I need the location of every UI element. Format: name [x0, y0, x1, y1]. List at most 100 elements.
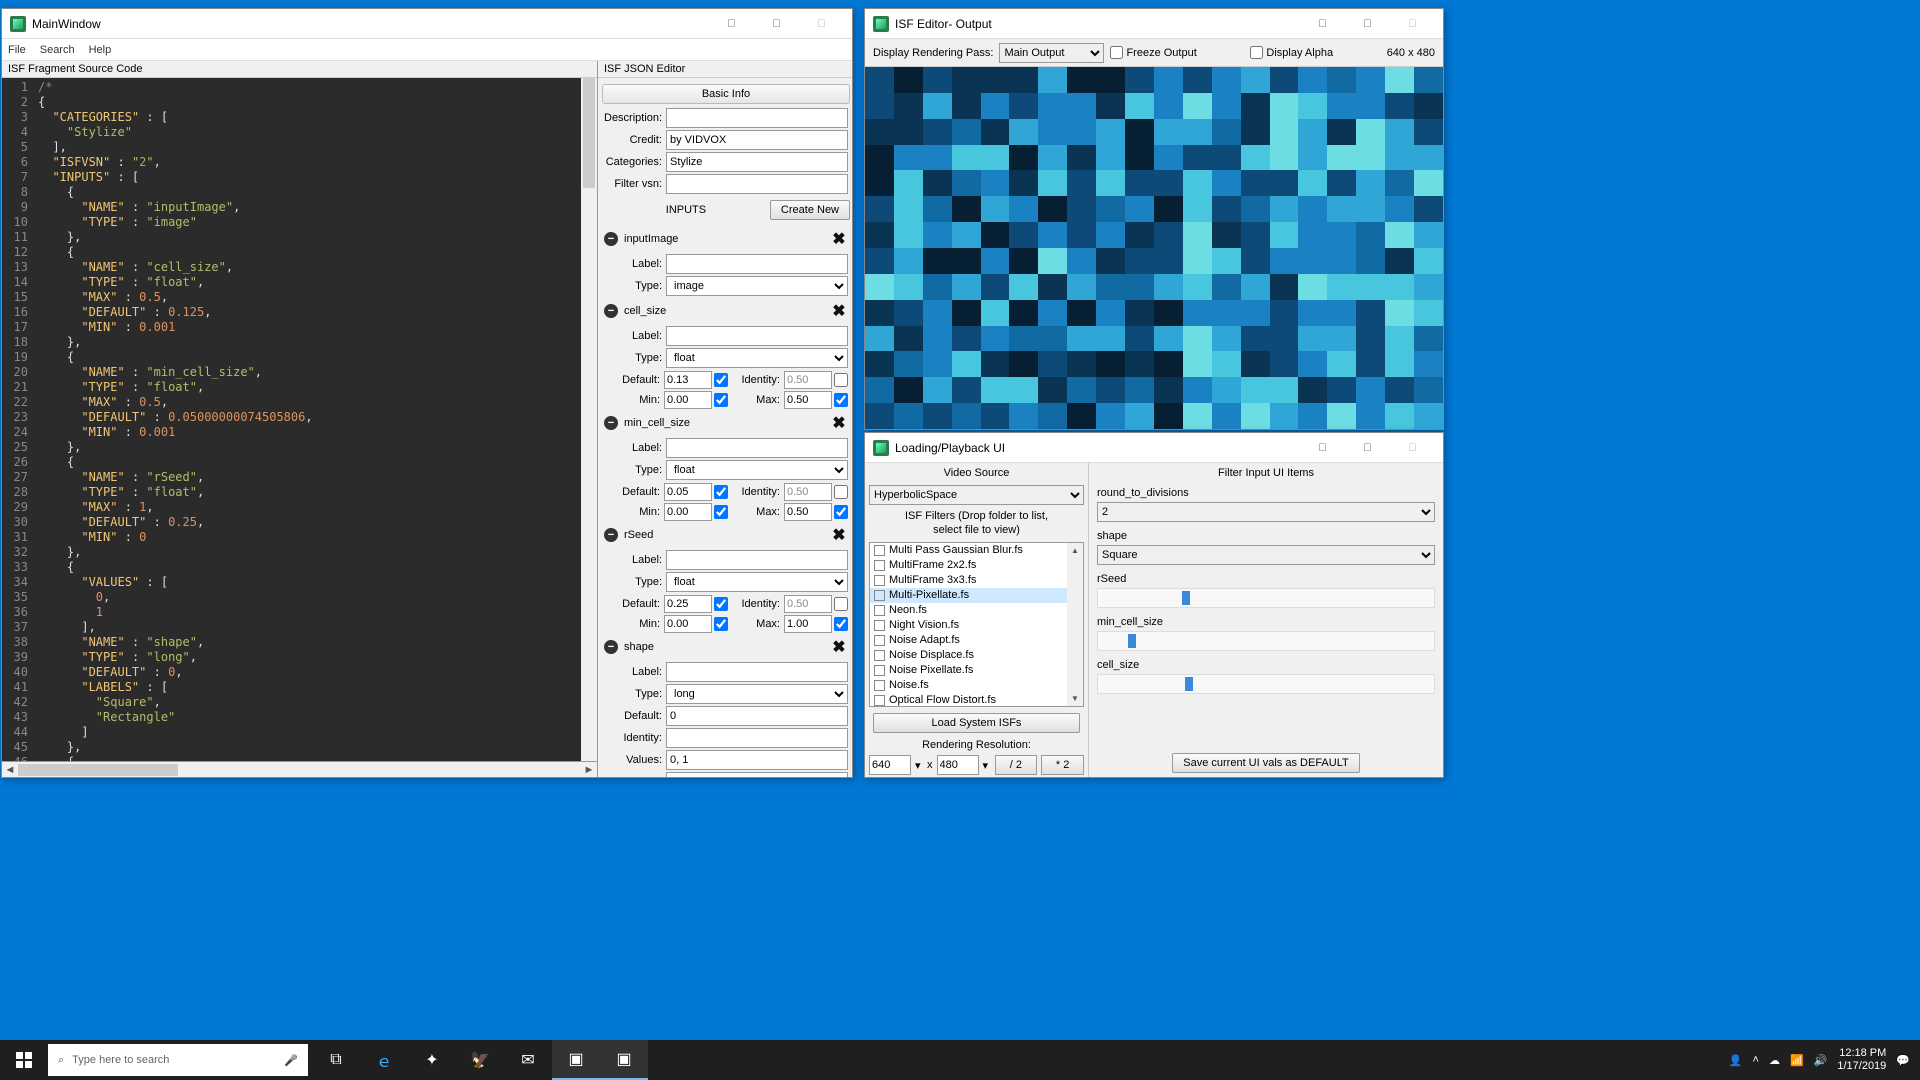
- minimize-button[interactable]: : [709, 10, 754, 38]
- filter-checkbox[interactable]: [874, 680, 885, 691]
- description-input[interactable]: [666, 108, 848, 128]
- filter-checkbox[interactable]: [874, 635, 885, 646]
- param-min-input[interactable]: [664, 391, 712, 409]
- param-default-check[interactable]: [714, 485, 728, 499]
- param-cellsize-slider[interactable]: [1097, 674, 1435, 694]
- param-default-check[interactable]: [714, 373, 728, 387]
- filter-list-item[interactable]: MultiFrame 3x3.fs: [870, 573, 1067, 588]
- param-identity-check[interactable]: [834, 373, 848, 387]
- filter-list-item[interactable]: Noise Pixellate.fs: [870, 663, 1067, 678]
- collapse-icon[interactable]: −: [604, 640, 618, 654]
- freeze-checkbox[interactable]: [1110, 46, 1123, 59]
- filter-checkbox[interactable]: [874, 575, 885, 586]
- param-identity-input[interactable]: [666, 728, 848, 748]
- onedrive-icon[interactable]: ☁: [1769, 1054, 1780, 1067]
- filter-checkbox[interactable]: [874, 665, 885, 676]
- param-rseed-slider[interactable]: [1097, 588, 1435, 608]
- filter-list-item[interactable]: Multi-Pixellate.fs: [870, 588, 1067, 603]
- filter-list-item[interactable]: Optical Flow Distort.fs: [870, 693, 1067, 707]
- res-half-button[interactable]: / 2: [995, 755, 1038, 775]
- collapse-icon[interactable]: −: [604, 416, 618, 430]
- save-defaults-button[interactable]: Save current UI vals as DEFAULT: [1172, 753, 1359, 773]
- filter-list-item[interactable]: Multi Pass Gaussian Blur.fs: [870, 543, 1067, 558]
- search-box[interactable]: ⌕ Type here to search 🎤: [48, 1044, 308, 1076]
- wifi-icon[interactable]: 📶: [1790, 1054, 1804, 1067]
- param-identity-input[interactable]: [784, 595, 832, 613]
- param-label-input[interactable]: [666, 254, 848, 274]
- taskbar-app-3[interactable]: ▣: [600, 1040, 648, 1080]
- system-tray[interactable]: 👤 ˄ ☁ 📶 🔊 12:18 PM1/17/2019 💬: [1719, 1047, 1920, 1073]
- param-identity-check[interactable]: [834, 485, 848, 499]
- filter-checkbox[interactable]: [874, 545, 885, 556]
- param-min-check[interactable]: [714, 393, 728, 407]
- code-vscrollbar[interactable]: [581, 78, 597, 761]
- param-type-select[interactable]: float: [666, 348, 848, 368]
- param-max-input[interactable]: [784, 391, 832, 409]
- param-default-input[interactable]: [664, 483, 712, 501]
- delete-icon[interactable]: ✖: [830, 413, 848, 433]
- param-min-input[interactable]: [664, 615, 712, 633]
- taskbar-edge[interactable]: ｅ: [360, 1040, 408, 1080]
- param-max-check[interactable]: [834, 393, 848, 407]
- res-width-input[interactable]: [869, 755, 911, 775]
- param-type-select[interactable]: float: [666, 572, 848, 592]
- param-identity-input[interactable]: [784, 483, 832, 501]
- maximize-button[interactable]: : [754, 10, 799, 38]
- rendering-pass-select[interactable]: Main Output: [999, 43, 1104, 63]
- res-double-button[interactable]: * 2: [1041, 755, 1084, 775]
- filter-checkbox[interactable]: [874, 695, 885, 706]
- param-default-check[interactable]: [714, 597, 728, 611]
- filter-list-item[interactable]: Neon.fs: [870, 603, 1067, 618]
- collapse-icon[interactable]: −: [604, 304, 618, 318]
- minimize-button[interactable]: : [1300, 434, 1345, 462]
- param-round-select[interactable]: 2: [1097, 502, 1435, 522]
- param-identity-input[interactable]: [784, 371, 832, 389]
- filter-checkbox[interactable]: [874, 650, 885, 661]
- param-type-select[interactable]: long: [666, 684, 848, 704]
- filter-list[interactable]: Multi Pass Gaussian Blur.fsMultiFrame 2x…: [869, 542, 1084, 707]
- param-values-input[interactable]: [666, 750, 848, 770]
- maximize-button[interactable]: : [1345, 10, 1390, 38]
- filter-checkbox[interactable]: [874, 590, 885, 601]
- param-max-check[interactable]: [834, 617, 848, 631]
- code-editor[interactable]: /* { "CATEGORIES" : [ "Stylize" ], "ISFV…: [32, 78, 581, 761]
- taskbar-app-1[interactable]: ✦: [408, 1040, 456, 1080]
- alpha-checkbox[interactable]: [1250, 46, 1263, 59]
- start-button[interactable]: [0, 1040, 48, 1080]
- taskbar-mail[interactable]: ✉: [504, 1040, 552, 1080]
- param-default-input[interactable]: [666, 706, 848, 726]
- collapse-icon[interactable]: −: [604, 528, 618, 542]
- create-new-button[interactable]: Create New: [770, 200, 850, 220]
- menu-search[interactable]: Search: [40, 44, 75, 56]
- param-max-check[interactable]: [834, 505, 848, 519]
- param-label-input[interactable]: [666, 326, 848, 346]
- delete-icon[interactable]: ✖: [830, 525, 848, 545]
- close-button[interactable]: : [1390, 10, 1435, 38]
- load-system-isfs-button[interactable]: Load System ISFs: [873, 713, 1079, 733]
- filter-checkbox[interactable]: [874, 560, 885, 571]
- filter-list-item[interactable]: Noise Displace.fs: [870, 648, 1067, 663]
- param-type-select[interactable]: float: [666, 460, 848, 480]
- filter-list-item[interactable]: Night Vision.fs: [870, 618, 1067, 633]
- param-default-input[interactable]: [664, 371, 712, 389]
- close-button[interactable]: : [799, 10, 844, 38]
- menu-file[interactable]: File: [8, 44, 26, 56]
- delete-icon[interactable]: ✖: [830, 229, 848, 249]
- param-type-select[interactable]: image: [666, 276, 848, 296]
- filter-list-item[interactable]: MultiFrame 2x2.fs: [870, 558, 1067, 573]
- param-labels-input[interactable]: [666, 772, 848, 777]
- display-alpha[interactable]: Display Alpha: [1250, 46, 1333, 59]
- close-button[interactable]: : [1390, 434, 1435, 462]
- menu-help[interactable]: Help: [89, 44, 112, 56]
- filter-list-item[interactable]: Noise.fs: [870, 678, 1067, 693]
- notifications-icon[interactable]: 💬: [1896, 1054, 1910, 1067]
- taskbar-app-2[interactable]: 🦅: [456, 1040, 504, 1080]
- collapse-icon[interactable]: −: [604, 232, 618, 246]
- volume-icon[interactable]: 🔊: [1814, 1054, 1828, 1067]
- res-height-input[interactable]: [937, 755, 979, 775]
- param-identity-check[interactable]: [834, 597, 848, 611]
- filter-checkbox[interactable]: [874, 605, 885, 616]
- minimize-button[interactable]: : [1300, 10, 1345, 38]
- tray-chevron-icon[interactable]: ˄: [1753, 1054, 1759, 1066]
- param-label-input[interactable]: [666, 438, 848, 458]
